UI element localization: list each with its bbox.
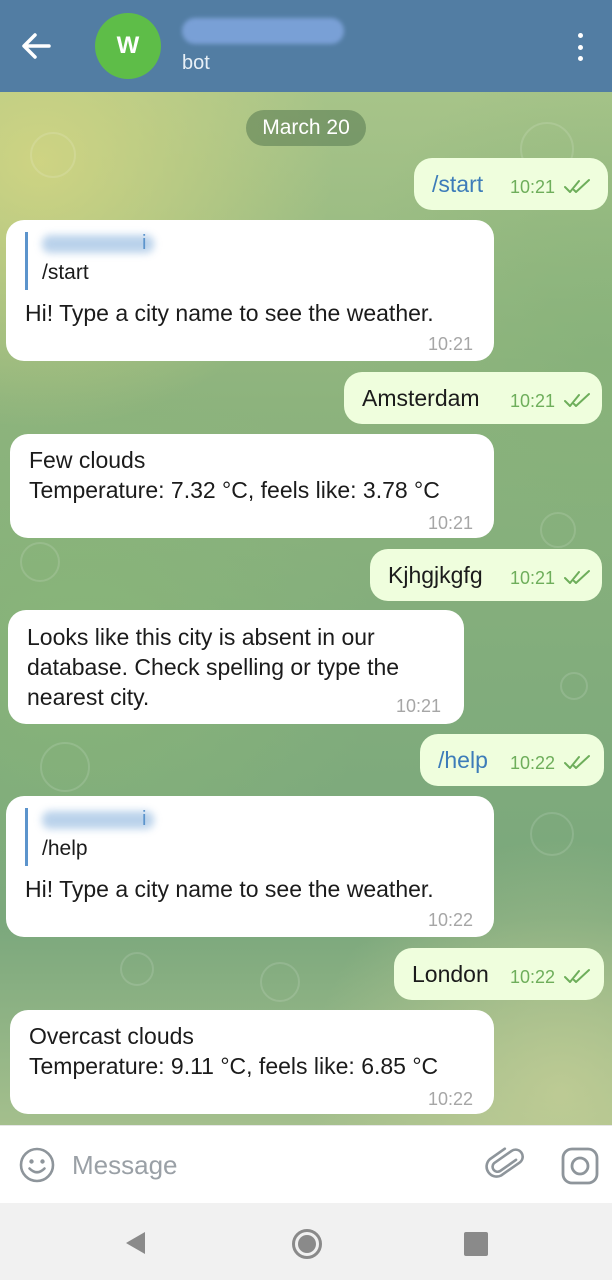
message-text: Hi! Type a city name to see the weather.	[25, 876, 434, 902]
wallpaper-doodle	[260, 962, 300, 1002]
arrow-left-icon	[22, 33, 51, 59]
weather-temperature: Temperature: 9.11 °C, feels like: 6.85 °…	[29, 1053, 439, 1079]
wallpaper-doodle	[540, 512, 576, 548]
incoming-message[interactable]: Overcast clouds Temperature: 9.11 °C, fe…	[10, 1010, 494, 1114]
double-check-icon	[564, 179, 590, 193]
message-time: 10:21	[510, 568, 556, 588]
circle-home-icon	[298, 1235, 316, 1253]
reply-quote[interactable]: i /start	[25, 232, 154, 290]
double-check-icon	[564, 570, 590, 584]
outgoing-message[interactable]: Amsterdam 10:21	[344, 372, 602, 424]
message-text: Amsterdam	[362, 385, 480, 411]
chat-status: bot	[182, 52, 210, 74]
weather-temperature: Temperature: 7.32 °C, feels like: 3.78 °…	[29, 477, 440, 503]
wallpaper-doodle	[40, 742, 90, 792]
square-recent-icon[interactable]	[464, 1232, 488, 1256]
triangle-back-icon	[126, 1232, 145, 1254]
chat-area[interactable]: March 20 /start 10:21 i /start Hi! Type …	[0, 92, 612, 1125]
message-time: 10:21	[396, 696, 442, 716]
message-text-line: database. Check spelling or type the	[27, 654, 400, 680]
system-back-button[interactable]	[122, 1229, 150, 1257]
message-time: 10:21	[428, 513, 474, 533]
outgoing-message[interactable]: Kjhgjkgfg 10:21	[370, 549, 602, 601]
emoji-button[interactable]	[18, 1146, 56, 1184]
message-text: Hi! Type a city name to see the weather.	[25, 300, 434, 326]
message-text-line: nearest city.	[27, 684, 150, 710]
wallpaper-doodle	[560, 672, 588, 700]
camera-button[interactable]	[560, 1146, 600, 1186]
back-button[interactable]	[14, 26, 58, 66]
message-text: London	[412, 961, 489, 987]
incoming-message[interactable]: Few clouds Temperature: 7.32 °C, feels l…	[10, 434, 494, 538]
message-text: Kjhgjkgfg	[388, 562, 483, 588]
message-time: 10:21	[428, 334, 474, 354]
system-home-button[interactable]	[292, 1229, 322, 1259]
weather-description: Overcast clouds	[29, 1023, 194, 1049]
system-navigation-bar	[0, 1203, 612, 1280]
wallpaper-doodle	[20, 542, 60, 582]
outgoing-message[interactable]: /start 10:21	[414, 158, 608, 210]
reply-author: i	[42, 808, 154, 830]
more-options-button[interactable]	[566, 30, 594, 64]
message-time: 10:21	[510, 391, 556, 411]
message-time: 10:22	[510, 753, 556, 773]
wallpaper-doodle	[530, 812, 574, 856]
incoming-message[interactable]: i /help Hi! Type a city name to see the …	[6, 796, 494, 937]
avatar-letter: W	[116, 32, 140, 59]
double-check-icon	[564, 393, 590, 407]
reply-author: i	[42, 232, 154, 254]
weather-description: Few clouds	[29, 447, 146, 473]
date-separator: March 20	[246, 110, 366, 146]
more-vertical-icon	[577, 33, 583, 38]
smile-icon	[19, 1147, 55, 1183]
reply-quote[interactable]: i /help	[25, 808, 154, 866]
double-check-icon	[564, 755, 590, 769]
outgoing-message[interactable]: /help 10:22	[420, 734, 604, 786]
incoming-message[interactable]: Looks like this city is absent in our da…	[8, 610, 464, 724]
camera-icon	[561, 1147, 599, 1185]
message-time: 10:22	[428, 1089, 474, 1109]
message-text[interactable]: /help	[438, 745, 488, 775]
avatar[interactable]: W	[95, 13, 161, 79]
message-time: 10:21	[510, 177, 556, 197]
attach-button[interactable]	[484, 1144, 526, 1186]
incoming-message[interactable]: i /start Hi! Type a city name to see the…	[6, 220, 494, 361]
outgoing-message[interactable]: London 10:22	[394, 948, 604, 1000]
chat-name-redacted[interactable]	[182, 18, 344, 44]
wallpaper-doodle	[120, 952, 154, 986]
wallpaper-doodle	[30, 132, 76, 178]
chat-header: W bot	[0, 0, 612, 92]
paperclip-icon	[485, 1147, 524, 1178]
reply-text: /help	[42, 837, 88, 860]
message-text[interactable]: /start	[432, 169, 483, 199]
message-input[interactable]	[72, 1144, 462, 1186]
double-check-icon	[564, 969, 590, 983]
message-time: 10:22	[428, 910, 474, 930]
message-text-line: Looks like this city is absent in our	[27, 624, 375, 650]
reply-text: /start	[42, 261, 89, 284]
message-composer	[0, 1125, 612, 1203]
message-time: 10:22	[510, 967, 556, 987]
